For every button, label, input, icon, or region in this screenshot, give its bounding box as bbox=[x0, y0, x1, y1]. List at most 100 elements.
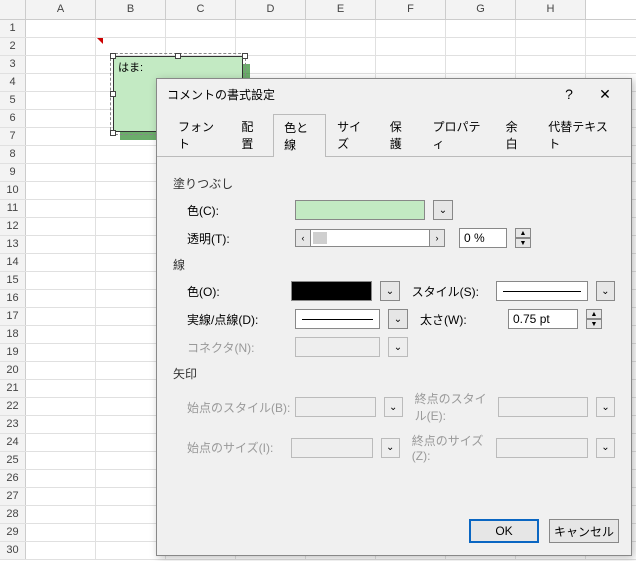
cell[interactable] bbox=[26, 308, 96, 325]
row-header[interactable]: 15 bbox=[0, 272, 26, 289]
cell[interactable] bbox=[306, 20, 376, 37]
cell[interactable] bbox=[26, 74, 96, 91]
cell[interactable] bbox=[26, 326, 96, 343]
titlebar[interactable]: コメントの書式設定 ? ✕ bbox=[157, 79, 631, 109]
transparency-spinner[interactable]: ▲▼ bbox=[515, 228, 531, 248]
transparency-value[interactable]: 0 % bbox=[459, 228, 507, 248]
col-header[interactable]: C bbox=[166, 0, 236, 19]
col-header[interactable]: H bbox=[516, 0, 586, 19]
cell[interactable] bbox=[376, 20, 446, 37]
tab-properties[interactable]: プロパティ bbox=[421, 113, 494, 156]
cell[interactable] bbox=[376, 56, 446, 73]
cell[interactable] bbox=[26, 506, 96, 523]
row-header[interactable]: 4 bbox=[0, 74, 26, 91]
row-header[interactable]: 12 bbox=[0, 218, 26, 235]
cell[interactable] bbox=[236, 20, 306, 37]
row-header[interactable]: 10 bbox=[0, 182, 26, 199]
resize-handle[interactable] bbox=[175, 53, 181, 59]
row-header[interactable]: 26 bbox=[0, 470, 26, 487]
cell[interactable] bbox=[26, 416, 96, 433]
cell[interactable] bbox=[26, 380, 96, 397]
cell[interactable] bbox=[26, 56, 96, 73]
cell[interactable] bbox=[26, 110, 96, 127]
resize-handle[interactable] bbox=[110, 91, 116, 97]
cell[interactable] bbox=[26, 488, 96, 505]
cell[interactable] bbox=[516, 20, 586, 37]
tab-size[interactable]: サイズ bbox=[326, 113, 379, 156]
line-color-swatch[interactable] bbox=[291, 281, 373, 301]
row-header[interactable]: 5 bbox=[0, 92, 26, 109]
cell[interactable] bbox=[26, 182, 96, 199]
row-header[interactable]: 18 bbox=[0, 326, 26, 343]
weight-spinner[interactable]: ▲▼ bbox=[586, 309, 602, 329]
cell[interactable] bbox=[26, 164, 96, 181]
fill-color-swatch[interactable] bbox=[295, 200, 425, 220]
slider-left-icon[interactable]: ‹ bbox=[295, 229, 311, 247]
row-header[interactable]: 20 bbox=[0, 362, 26, 379]
resize-handle[interactable] bbox=[242, 53, 248, 59]
col-header[interactable]: F bbox=[376, 0, 446, 19]
cell[interactable] bbox=[26, 434, 96, 451]
col-header[interactable]: G bbox=[446, 0, 516, 19]
tab-protection[interactable]: 保護 bbox=[379, 113, 422, 156]
cell[interactable] bbox=[446, 20, 516, 37]
cell[interactable] bbox=[26, 128, 96, 145]
cell[interactable] bbox=[376, 38, 446, 55]
col-header[interactable]: E bbox=[306, 0, 376, 19]
line-color-dropdown[interactable]: ⌄ bbox=[380, 281, 399, 301]
row-header[interactable]: 24 bbox=[0, 434, 26, 451]
row-header[interactable]: 29 bbox=[0, 524, 26, 541]
cell[interactable] bbox=[26, 290, 96, 307]
cancel-button[interactable]: キャンセル bbox=[549, 519, 619, 543]
row-header[interactable]: 9 bbox=[0, 164, 26, 181]
cell[interactable] bbox=[306, 38, 376, 55]
line-style-combo[interactable] bbox=[496, 281, 587, 301]
cell[interactable] bbox=[516, 56, 586, 73]
row-header[interactable]: 8 bbox=[0, 146, 26, 163]
row-header[interactable]: 17 bbox=[0, 308, 26, 325]
row-header[interactable]: 3 bbox=[0, 56, 26, 73]
cell[interactable] bbox=[26, 542, 96, 559]
row-header[interactable]: 28 bbox=[0, 506, 26, 523]
line-style-dropdown[interactable]: ⌄ bbox=[596, 281, 615, 301]
row-header[interactable]: 7 bbox=[0, 128, 26, 145]
cell[interactable] bbox=[26, 236, 96, 253]
row-header[interactable]: 14 bbox=[0, 254, 26, 271]
cell[interactable] bbox=[26, 20, 96, 37]
cell[interactable] bbox=[26, 470, 96, 487]
cell[interactable] bbox=[26, 524, 96, 541]
help-button[interactable]: ? bbox=[551, 81, 587, 107]
header-corner[interactable] bbox=[0, 0, 26, 19]
row-header[interactable]: 30 bbox=[0, 542, 26, 559]
col-header[interactable]: B bbox=[96, 0, 166, 19]
row-header[interactable]: 6 bbox=[0, 110, 26, 127]
cell[interactable] bbox=[26, 92, 96, 109]
row-header[interactable]: 21 bbox=[0, 380, 26, 397]
tab-colors-lines[interactable]: 色と線 bbox=[273, 114, 326, 157]
cell[interactable] bbox=[26, 362, 96, 379]
row-header[interactable]: 23 bbox=[0, 416, 26, 433]
transparency-slider[interactable]: ‹ › bbox=[295, 229, 445, 247]
cell[interactable] bbox=[166, 20, 236, 37]
row-header[interactable]: 25 bbox=[0, 452, 26, 469]
cell[interactable] bbox=[306, 56, 376, 73]
row-header[interactable]: 19 bbox=[0, 344, 26, 361]
resize-handle[interactable] bbox=[110, 53, 116, 59]
col-header[interactable]: A bbox=[26, 0, 96, 19]
row-header[interactable]: 22 bbox=[0, 398, 26, 415]
resize-handle[interactable] bbox=[110, 130, 116, 136]
cell[interactable] bbox=[26, 272, 96, 289]
close-button[interactable]: ✕ bbox=[587, 81, 623, 107]
tab-alignment[interactable]: 配置 bbox=[230, 113, 273, 156]
cell[interactable] bbox=[26, 344, 96, 361]
cell[interactable] bbox=[516, 38, 586, 55]
row-header[interactable]: 27 bbox=[0, 488, 26, 505]
dash-combo[interactable] bbox=[295, 309, 380, 329]
row-header[interactable]: 1 bbox=[0, 20, 26, 37]
dash-dropdown[interactable]: ⌄ bbox=[388, 309, 408, 329]
tab-margins[interactable]: 余白 bbox=[495, 113, 538, 156]
fill-color-dropdown[interactable]: ⌄ bbox=[433, 200, 453, 220]
weight-value[interactable]: 0.75 pt bbox=[508, 309, 578, 329]
slider-thumb[interactable] bbox=[313, 232, 327, 244]
row-header[interactable]: 16 bbox=[0, 290, 26, 307]
